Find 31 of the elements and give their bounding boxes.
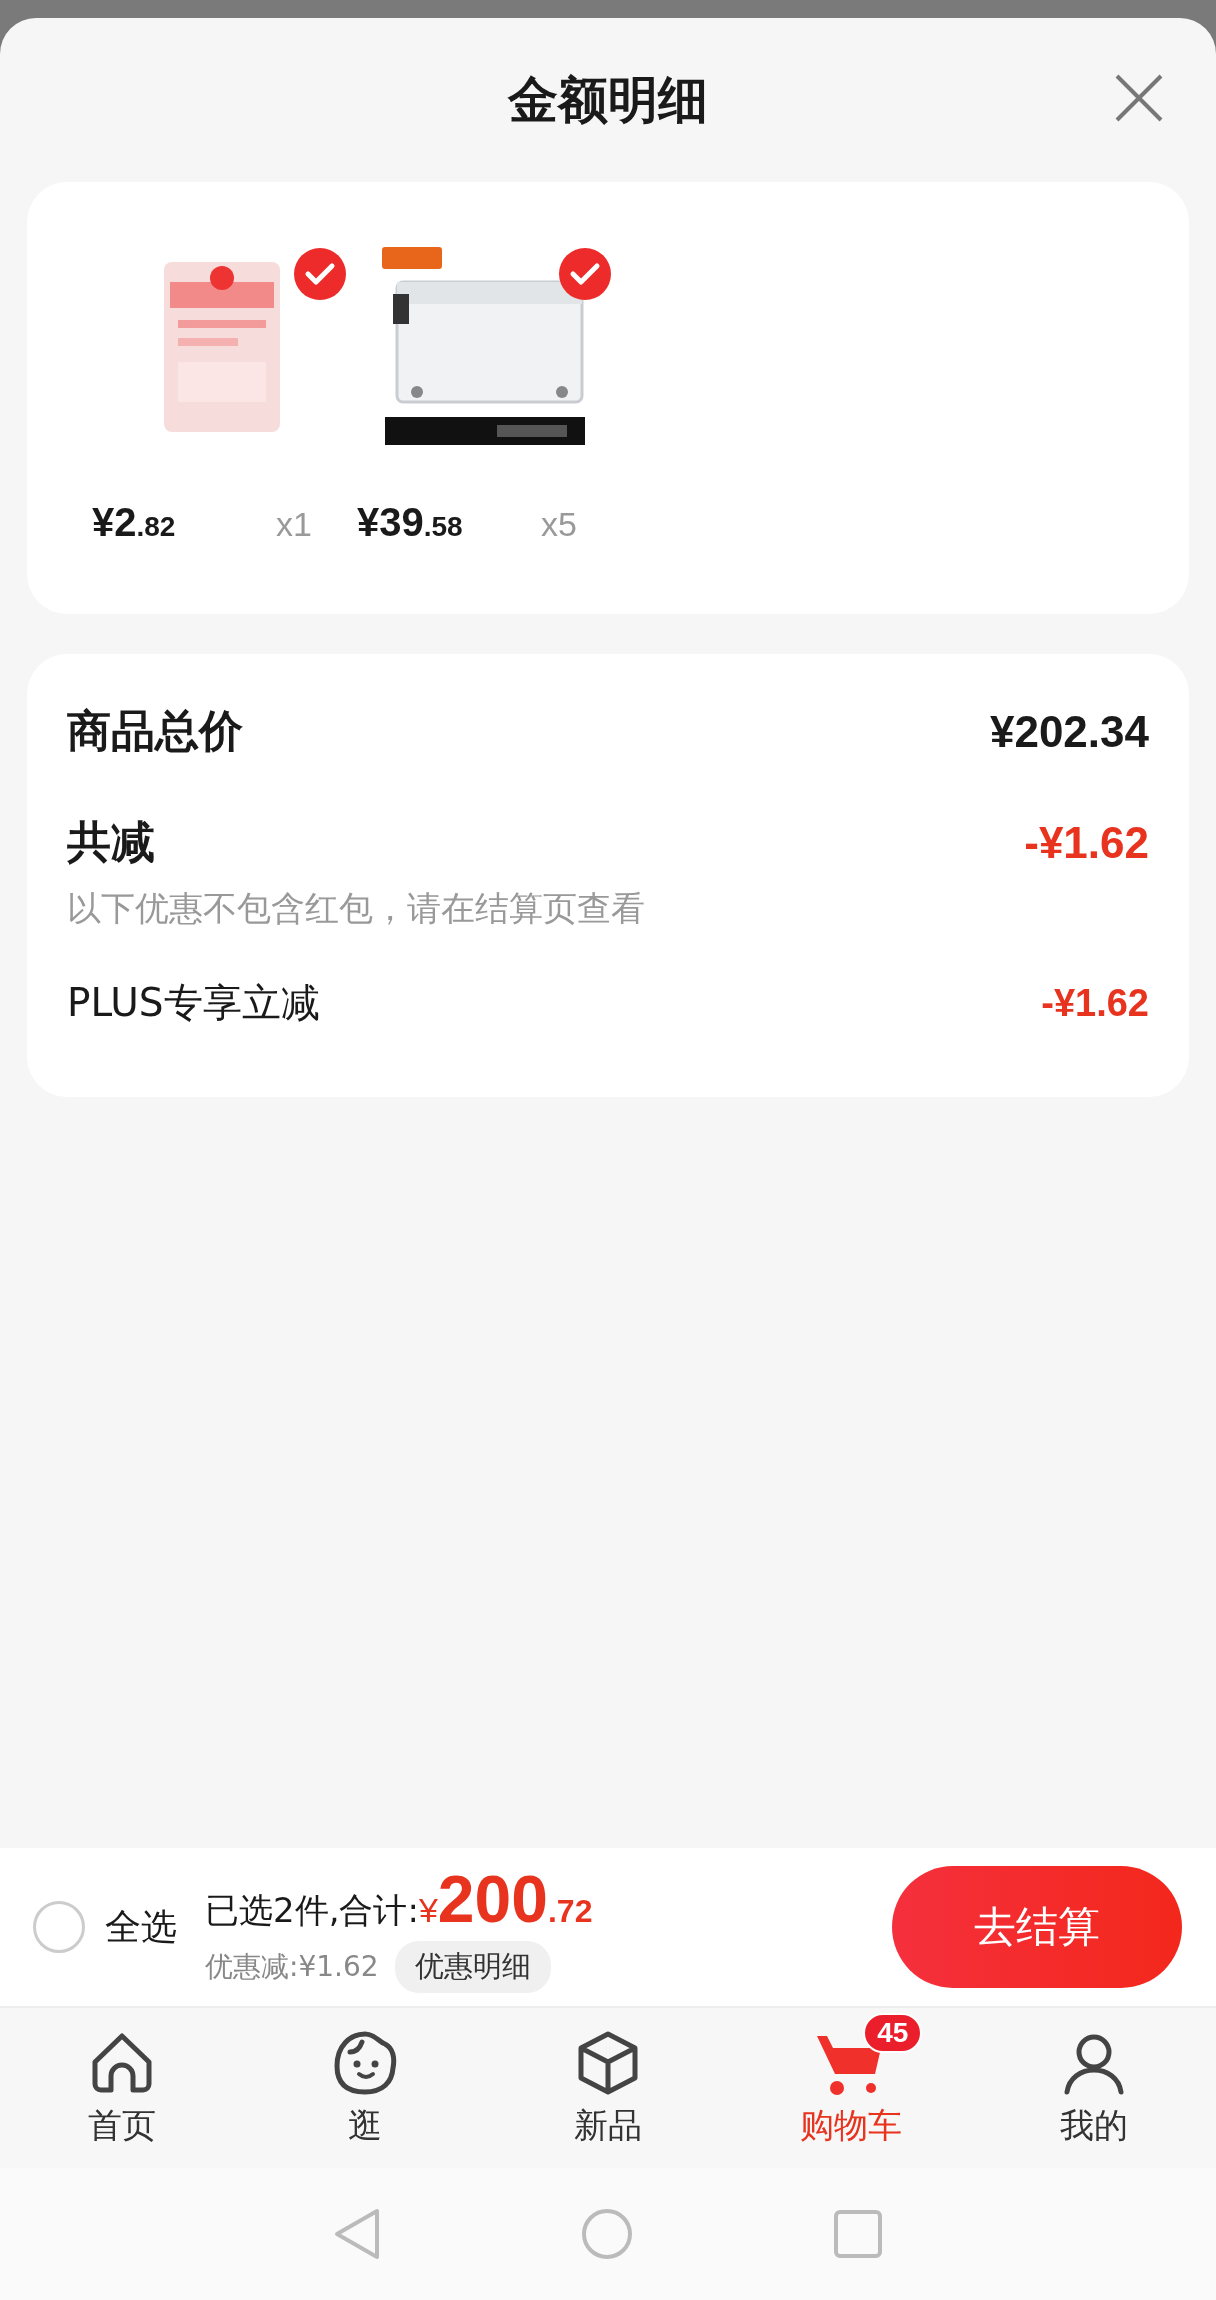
select-all-label[interactable]: 全选 [105, 1902, 177, 1952]
selected-check-icon[interactable] [559, 248, 611, 300]
sheet-title: 金额明细 [508, 69, 708, 131]
product-price: ¥39.58 [357, 500, 463, 545]
tab[interactable]: 新品 [486, 2008, 730, 2168]
total-label: 商品总价 [67, 704, 243, 758]
product-quantity: x5 [541, 505, 577, 544]
close-icon[interactable] [1114, 73, 1164, 123]
checkout-button[interactable]: 去结算 [892, 1866, 1182, 1988]
discount-item-label: PLUS专享立减 [67, 979, 320, 1027]
selected-check-icon[interactable] [294, 248, 346, 300]
tab[interactable]: 45 购物车 [729, 2008, 973, 2168]
discount-label: 共减 [67, 815, 155, 869]
total-amount: ¥202.34 [989, 706, 1149, 757]
selected-summary: 已选2件,合计: [205, 1889, 419, 1932]
back-icon[interactable] [333, 2207, 381, 2261]
total-price: ¥200.72 [418, 1861, 593, 1937]
home-button-icon[interactable] [581, 2208, 633, 2260]
tab[interactable]: 首页 [0, 2008, 244, 2168]
cart-count-badge: 45 [863, 2013, 923, 2053]
discount-amount: -¥1.62 [1024, 817, 1149, 868]
tab[interactable]: 我的 [972, 2008, 1216, 2168]
product-price: ¥2.82 [92, 500, 176, 545]
discount-details-button[interactable]: 优惠明细 [394, 1941, 551, 1993]
discount-text: 优惠减:¥1.62 [205, 1949, 379, 1985]
tab[interactable]: 逛 [243, 2008, 487, 2168]
recent-apps-icon[interactable] [833, 2209, 883, 2259]
product-quantity: x1 [276, 505, 312, 544]
discount-item-amount: -¥1.62 [1041, 981, 1149, 1025]
select-all-radio[interactable] [33, 1901, 85, 1953]
discount-note: 以下优惠不包含红包，请在结算页查看 [67, 887, 646, 930]
